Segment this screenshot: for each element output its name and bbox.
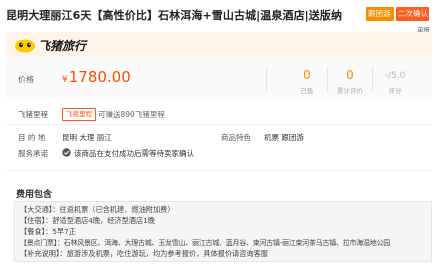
stat-divider bbox=[266, 67, 267, 91]
stat-rating-label: 评分 bbox=[388, 87, 402, 95]
fee-line-tickets: 【景点门票】：石林风景区、洱海、大理古城、玉龙雪山、丽江古城、蓝月谷、束河古镇-… bbox=[20, 239, 391, 247]
price-value: ¥1780.00 bbox=[62, 68, 131, 86]
fee-line-meals: 【餐食】：5早7正 bbox=[20, 227, 76, 236]
tag-second-confirm: 二次确认 bbox=[396, 7, 429, 21]
points-badge: 飞猪里程 bbox=[62, 108, 96, 121]
fee-line-notes: 【补充说明】：旅游涉及机票，吃住游玩，均为参考报价，具体报价请咨询客服 bbox=[20, 249, 268, 258]
fee-line-transport: 【大交通】：往返机票（已含机建、燃油附加费） bbox=[20, 205, 175, 214]
price-label: 价格 bbox=[18, 75, 34, 84]
product-title: 昆明大理丽江6天【高性价比】石林洱海+雪山古城|温泉酒店|送版纳 bbox=[6, 9, 343, 22]
service-label: 服务承诺 bbox=[18, 149, 48, 158]
fee-line-hotel: 【住宿】：舒适型酒店4晚，经济型酒店1晚 bbox=[20, 216, 155, 225]
features-values: 机票 跟团游 bbox=[264, 133, 304, 142]
fee-section-title: 费用包含 bbox=[16, 190, 53, 200]
stat-sold-value: 0 bbox=[303, 68, 311, 82]
points-label: 飞猪里程 bbox=[18, 110, 48, 119]
divider bbox=[6, 170, 432, 171]
features-label: 商品特色 bbox=[221, 133, 251, 142]
divider bbox=[6, 124, 432, 125]
destination-label: 目 的 地 bbox=[18, 133, 46, 142]
check-circle-icon bbox=[62, 148, 71, 157]
stat-reviews-label: 累计评价 bbox=[337, 87, 363, 95]
price-currency: ¥ bbox=[62, 75, 68, 85]
stat-sold-label: 已售 bbox=[300, 87, 314, 95]
points-text: 可赚送890飞猪里程 bbox=[98, 110, 165, 119]
price-amount: 1780.00 bbox=[68, 68, 131, 86]
fliggy-logo-icon bbox=[15, 39, 35, 53]
brand-name: 飞猪旅行 bbox=[38, 39, 87, 53]
stat-divider bbox=[372, 67, 373, 91]
destination-values: 昆明 大理 丽江 bbox=[62, 133, 112, 142]
tag-group-tour: 跟团游 bbox=[366, 7, 394, 21]
stat-reviews-value[interactable]: 0 bbox=[330, 68, 370, 82]
stat-divider bbox=[327, 67, 328, 91]
service-text: 该商品在支付成功后需等待卖家确认 bbox=[74, 149, 194, 158]
stat-rating-value: -/5.0 bbox=[384, 71, 406, 81]
